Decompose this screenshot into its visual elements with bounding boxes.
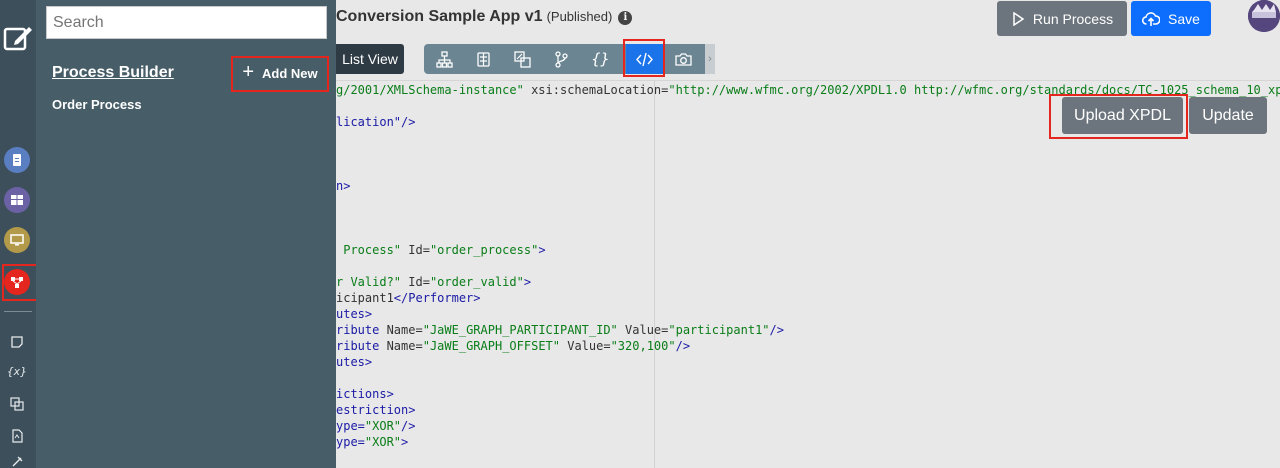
code-line: utes> [336, 306, 372, 322]
save-label: Save [1168, 10, 1200, 27]
code-token: "order_process" [429, 243, 539, 257]
code-token: n> [336, 179, 351, 193]
code-token: icipant1 [336, 291, 394, 305]
code-token: "order_valid" [429, 275, 524, 289]
process-builder-title[interactable]: Process Builder [52, 64, 174, 82]
code-token: > [523, 275, 532, 289]
list-view-button[interactable]: List View [336, 44, 404, 74]
code-token: lication"/> [336, 115, 416, 129]
code-token: > [538, 243, 546, 257]
code-token: Id= [401, 243, 430, 257]
code-token: utes> [336, 307, 373, 321]
save-button[interactable]: Save [1131, 1, 1211, 36]
update-button[interactable]: Update [1189, 97, 1267, 134]
translate-icon[interactable] [8, 395, 26, 413]
code-token: "http://www.wfmc.org/2002/XPDL1.0 http:/… [668, 83, 1280, 97]
branch-icon[interactable] [543, 44, 580, 74]
code-line: ype="XOR"/> [336, 418, 415, 434]
code-token: "JaWE_GRAPH_PARTICIPANT_ID" [422, 323, 618, 337]
edit-icon[interactable] [2, 22, 34, 54]
code-token: Name= [379, 339, 423, 353]
code-token: ribute [336, 339, 380, 353]
plugin-icon[interactable] [8, 452, 26, 468]
camera-icon[interactable] [665, 44, 702, 74]
process-panel: Process Builder + Add New Order Process [36, 0, 336, 468]
code-token: ribute [336, 323, 380, 337]
code-line: Process" Id="order_process"> [336, 242, 546, 258]
designer-toolbar: {} [424, 44, 714, 74]
curly-braces-icon[interactable]: {} [582, 44, 619, 74]
code-token: "320,100" [610, 339, 676, 353]
code-line: n> [336, 178, 350, 194]
code-line: ype="XOR"> [336, 434, 408, 450]
hierarchy-icon[interactable] [426, 44, 463, 74]
code-view-highlight [623, 39, 665, 77]
run-process-label: Run Process [1032, 10, 1114, 27]
code-token: Value= [560, 339, 611, 353]
code-token: Id= [401, 275, 430, 289]
code-line: ictions> [336, 386, 394, 402]
code-line: ribute Name="JaWE_GRAPH_OFFSET" Value="3… [336, 338, 690, 354]
code-line: r Valid?" Id="order_valid"> [336, 274, 531, 290]
user-avatar[interactable] [1248, 0, 1280, 32]
code-token: > [401, 435, 409, 449]
code-token: "XOR" [364, 419, 402, 433]
app-title: Conversion Sample App v1 (Published) i [336, 8, 633, 26]
info-icon[interactable]: i [618, 11, 633, 25]
code-token: "JaWE_GRAPH_OFFSET" [422, 339, 560, 353]
form-icon[interactable] [4, 147, 30, 173]
chevron-right-icon[interactable]: › [705, 44, 715, 74]
run-process-button[interactable]: Run Process [997, 1, 1127, 36]
code-token: utes> [336, 355, 373, 369]
code-line: lication"/> [336, 114, 415, 130]
search-input[interactable] [46, 6, 327, 39]
code-line: ribute Name="JaWE_GRAPH_PARTICIPANT_ID" … [336, 322, 784, 338]
code-token: /> [401, 419, 416, 433]
code-token: </Performer> [393, 291, 481, 305]
userview-icon[interactable] [4, 227, 30, 253]
document-icon[interactable] [8, 427, 26, 445]
code-token: ype= [336, 435, 365, 449]
variables-icon[interactable]: {x} [7, 362, 27, 380]
add-new-highlight [231, 56, 329, 92]
upload-highlight [1049, 94, 1188, 139]
datalist-icon[interactable] [4, 187, 30, 213]
code-token: Process" [336, 243, 402, 257]
code-line: estriction> [336, 402, 415, 418]
app-title-text: Conversion Sample App v1 [336, 8, 543, 25]
code-token: xsi:schemaLocation= [523, 83, 669, 97]
code-token: ype= [336, 419, 365, 433]
code-token: Value= [617, 323, 669, 337]
code-line: utes> [336, 354, 372, 370]
play-icon [1013, 11, 1025, 26]
code-token: "participant1" [668, 323, 770, 337]
code-token: estriction> [336, 403, 416, 417]
code-token: ictions> [336, 387, 394, 401]
process-highlight [2, 264, 38, 301]
code-token: Name= [379, 323, 423, 337]
publish-status: (Published) [546, 9, 613, 24]
left-rail: {x} [0, 0, 38, 468]
process-list-item[interactable]: Order Process [52, 97, 142, 112]
code-token: /> [675, 339, 691, 353]
code-token: g/2001/XMLSchema-instance" [336, 83, 524, 97]
mapping-icon[interactable] [504, 44, 541, 74]
code-token: r Valid?" [336, 275, 402, 289]
rail-divider [4, 311, 32, 312]
code-line: icipant1</Performer> [336, 290, 481, 306]
cloud-upload-icon [1142, 11, 1161, 26]
code-token: "XOR" [364, 435, 402, 449]
code-token: /> [769, 323, 784, 337]
editor-print-margin [654, 81, 655, 468]
note-icon[interactable] [8, 333, 26, 351]
list-icon[interactable] [465, 44, 502, 74]
